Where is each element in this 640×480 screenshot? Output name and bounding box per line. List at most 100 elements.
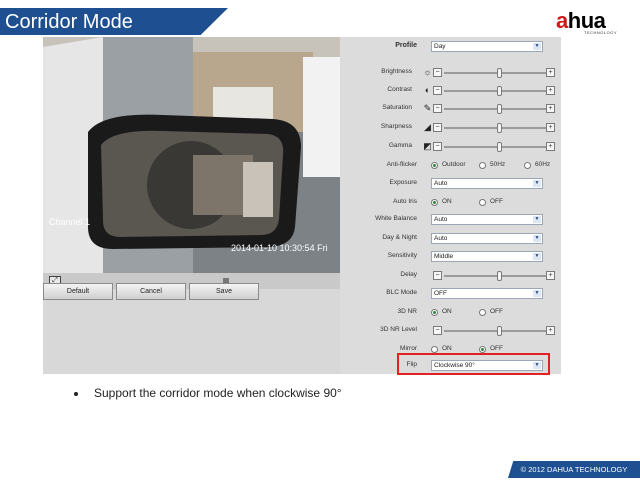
profile-row: Profile Day ▼ (340, 40, 561, 54)
brightness-label: Brightness (381, 68, 412, 75)
increase-button[interactable]: + (546, 326, 555, 335)
chevron-down-icon: ▼ (533, 180, 541, 187)
chevron-down-icon: ▼ (533, 290, 541, 297)
white-balance-select[interactable]: Auto ▼ (431, 214, 543, 225)
increase-button[interactable]: + (546, 142, 555, 151)
decrease-button[interactable]: − (433, 104, 442, 113)
footer-copyright: © 2012 DAHUA TECHNOLOGY (508, 461, 640, 478)
saturation-label: Saturation (382, 104, 412, 111)
radio-label: OFF (490, 198, 503, 205)
bullet-marker (74, 392, 78, 396)
radio-60hz[interactable] (524, 162, 531, 169)
slide-title: Corridor Mode (5, 11, 133, 33)
brightness-slider[interactable] (444, 68, 546, 78)
auto-iris-label: Auto Iris (393, 198, 417, 205)
slider-knob[interactable] (497, 104, 502, 114)
increase-button[interactable]: + (546, 104, 555, 113)
exposure-label: Exposure (389, 179, 417, 186)
profile-select[interactable]: Day ▼ (431, 41, 543, 52)
sun-icon: ☼ (423, 67, 432, 77)
blc-mode-row: BLC Mode OFF ▼ (340, 287, 561, 301)
delay-slider[interactable] (444, 271, 546, 281)
increase-button[interactable]: + (546, 123, 555, 132)
sharpness-label: Sharpness (380, 123, 412, 130)
radio-3d-nr-off[interactable] (479, 309, 486, 316)
radio-outdoor[interactable] (431, 162, 438, 169)
slider-knob[interactable] (497, 86, 502, 96)
3d-nr-label: 3D NR (397, 308, 417, 315)
radio-label: ON (442, 345, 452, 352)
logo-tagline: TECHNOLOGY (584, 30, 618, 35)
decrease-button[interactable]: − (433, 142, 442, 151)
3d-nr-level-row: 3D NR Level − + (340, 324, 561, 338)
contrast-label: Contrast (387, 86, 412, 93)
gamma-icon: ◩ (423, 141, 432, 151)
bullet-text: Support the corridor mode when clockwise… (94, 386, 342, 400)
radio-label: Outdoor (442, 161, 466, 168)
chevron-down-icon: ▼ (533, 43, 541, 50)
profile-value: Day (434, 43, 446, 50)
slider-knob[interactable] (497, 271, 502, 281)
day-night-select[interactable]: Auto ▼ (431, 233, 543, 244)
decrease-button[interactable]: − (433, 68, 442, 77)
sensitivity-label: Sensitivity (387, 252, 417, 259)
sharpness-slider[interactable] (444, 123, 546, 133)
slider-knob[interactable] (497, 123, 502, 133)
radio-label: OFF (490, 345, 503, 352)
blc-mode-label: BLC Mode (386, 289, 417, 296)
delay-row: Delay − + (340, 269, 561, 283)
cancel-button[interactable]: Cancel (116, 283, 186, 300)
day-night-label: Day & Night (382, 234, 417, 241)
decrease-button[interactable]: − (433, 326, 442, 335)
exposure-select[interactable]: Auto ▼ (431, 178, 543, 189)
radio-label: 50Hz (490, 161, 506, 168)
gamma-slider[interactable] (444, 142, 546, 152)
contrast-icon: ◐ (424, 85, 431, 95)
flip-highlight-box (397, 353, 550, 375)
sensitivity-select[interactable]: Middle ▼ (431, 251, 543, 262)
saturation-icon: ✎ (423, 103, 432, 113)
sharpness-row: Sharpness ◢ − + (340, 121, 561, 135)
radio-mirror-on[interactable] (431, 346, 438, 353)
3d-nr-level-label: 3D NR Level (380, 326, 417, 333)
radio-label: OFF (490, 308, 503, 315)
save-button[interactable]: Save (189, 283, 259, 300)
exposure-row: Exposure Auto ▼ (340, 177, 561, 191)
title-bar: Corridor Mode (0, 8, 228, 35)
decrease-button[interactable]: − (433, 271, 442, 280)
default-button[interactable]: Default (43, 283, 113, 300)
slider-knob[interactable] (497, 326, 502, 336)
video-timestamp: 2014-01-10 10:30:54 Fri (231, 243, 328, 253)
radio-label: ON (442, 198, 452, 205)
increase-button[interactable]: + (546, 86, 555, 95)
channel-label: Channel 1 (49, 217, 91, 227)
decrease-button[interactable]: − (433, 123, 442, 132)
increase-button[interactable]: + (546, 68, 555, 77)
brightness-row: Brightness ☼ − + (340, 66, 561, 80)
slider-knob[interactable] (497, 142, 502, 152)
increase-button[interactable]: + (546, 271, 555, 280)
radio-50hz[interactable] (479, 162, 486, 169)
anti-flicker-row: Anti-flicker Outdoor 50Hz 60Hz (340, 159, 561, 173)
exposure-value: Auto (434, 180, 448, 187)
slider-knob[interactable] (497, 68, 502, 78)
white-balance-row: White Balance Auto ▼ (340, 213, 561, 227)
decrease-button[interactable]: − (433, 86, 442, 95)
radio-3d-nr-on[interactable] (431, 309, 438, 316)
white-balance-label: White Balance (375, 215, 417, 222)
dahua-logo: ahua TECHNOLOGY (556, 8, 636, 36)
3d-nr-level-slider[interactable] (444, 326, 546, 336)
saturation-slider[interactable] (444, 104, 546, 114)
video-scene (43, 37, 340, 273)
white-balance-value: Auto (434, 216, 448, 223)
image-settings-panel: Profile Day ▼ Brightness ☼ − + Contrast ◐… (340, 37, 561, 374)
sharpness-icon: ◢ (424, 122, 431, 132)
gamma-row: Gamma ◩ − + (340, 140, 561, 154)
radio-auto-iris-off[interactable] (479, 199, 486, 206)
radio-auto-iris-on[interactable] (431, 199, 438, 206)
radio-label: ON (442, 308, 452, 315)
radio-mirror-off[interactable] (479, 346, 486, 353)
blc-mode-select[interactable]: OFF ▼ (431, 288, 543, 299)
contrast-row: Contrast ◐ − + (340, 84, 561, 98)
contrast-slider[interactable] (444, 86, 546, 96)
